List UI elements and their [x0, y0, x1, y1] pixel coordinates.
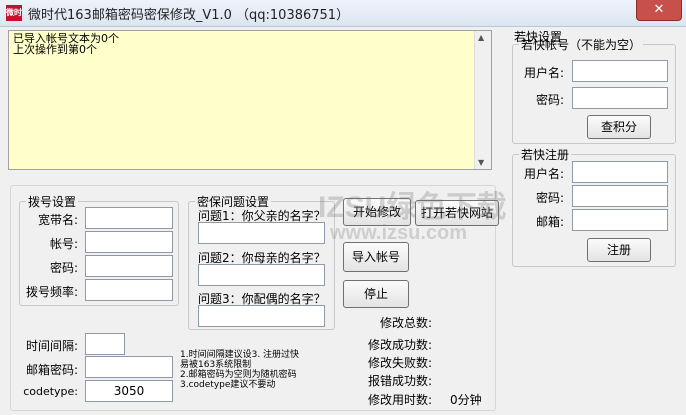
time-used-value: 0分钟 [450, 393, 482, 407]
broadband-label: 宽带名: [37, 213, 78, 227]
register-email-input[interactable] [572, 209, 668, 231]
ruokuai-account-legend: 若快帐号（不能为空） [521, 38, 642, 52]
time-used-label: 修改用时数: [367, 393, 432, 407]
check-points-button[interactable]: 查积分 [587, 115, 651, 139]
ruokuai-register-legend: 若快注册 [521, 148, 570, 162]
watermark-text: IZSU绿色下载 [318, 191, 507, 224]
register-username-input[interactable] [572, 161, 668, 183]
fail-count-label: 修改失败数: [367, 356, 432, 370]
close-button[interactable]: ✕ [636, 0, 682, 21]
dial-account-label: 帐号: [49, 237, 78, 251]
ruokuai-username-input[interactable] [572, 60, 668, 82]
window-title: 微时代163邮箱密码密保修改_V1.0 （qq:10386751） [28, 8, 350, 23]
register-button[interactable]: 注册 [587, 238, 651, 262]
success-count-label: 修改成功数: [367, 338, 432, 352]
dial-frequency-label: 拨号频率: [25, 285, 78, 299]
dial-settings-legend: 拨号设置 [28, 195, 77, 209]
total-count-label: 修改总数: [379, 316, 432, 330]
import-accounts-button[interactable]: 导入帐号 [343, 242, 409, 272]
dial-frequency-input[interactable] [85, 279, 173, 301]
scroll-down-icon[interactable]: ▼ [478, 158, 484, 167]
register-username-label: 用户名: [523, 167, 564, 181]
log-textarea[interactable]: 已导入帐号文本为0个 上次操作到第0个 ▲ ▼ [8, 30, 492, 170]
broadband-input[interactable] [85, 207, 173, 229]
codetype-input[interactable]: 3050 [85, 380, 173, 402]
codetype-label: codetype: [23, 385, 78, 398]
usage-notes: 1.时间间隔建议设3. 注册过快 易被163系统限制 2.邮箱密码为空则为随机密… [180, 350, 300, 390]
dial-password-input[interactable] [85, 255, 173, 277]
title-bar: 微时 微时代163邮箱密码密保修改_V1.0 （qq:10386751） ✕ [0, 0, 686, 27]
ruokuai-password-label: 密码: [535, 93, 564, 107]
error-success-count-label: 报错成功数: [367, 374, 432, 388]
register-email-label: 邮箱: [535, 215, 564, 229]
question2-answer-input[interactable] [198, 264, 325, 286]
question3-answer-input[interactable] [198, 305, 325, 327]
watermark-url: www.izsu.com [330, 222, 468, 244]
app-icon: 微时 [6, 5, 22, 21]
register-password-input[interactable] [572, 185, 668, 207]
ruokuai-username-label: 用户名: [523, 66, 564, 80]
mail-password-label: 邮箱密码: [25, 363, 78, 377]
log-scrollbar[interactable]: ▲ ▼ [474, 31, 491, 169]
log-text: 已导入帐号文本为0个 上次操作到第0个 [13, 32, 119, 56]
register-password-label: 密码: [535, 191, 564, 205]
close-icon: ✕ [653, 2, 665, 17]
question1-answer-input[interactable] [198, 222, 325, 244]
scroll-up-icon[interactable]: ▲ [478, 33, 484, 42]
dial-password-label: 密码: [49, 261, 78, 275]
ruokuai-password-input[interactable] [572, 87, 668, 109]
interval-label: 时间间隔: [25, 339, 78, 353]
interval-input[interactable] [85, 333, 125, 355]
dial-account-input[interactable] [85, 231, 173, 253]
stop-button[interactable]: 停止 [343, 280, 409, 308]
mail-password-input[interactable] [85, 356, 173, 378]
